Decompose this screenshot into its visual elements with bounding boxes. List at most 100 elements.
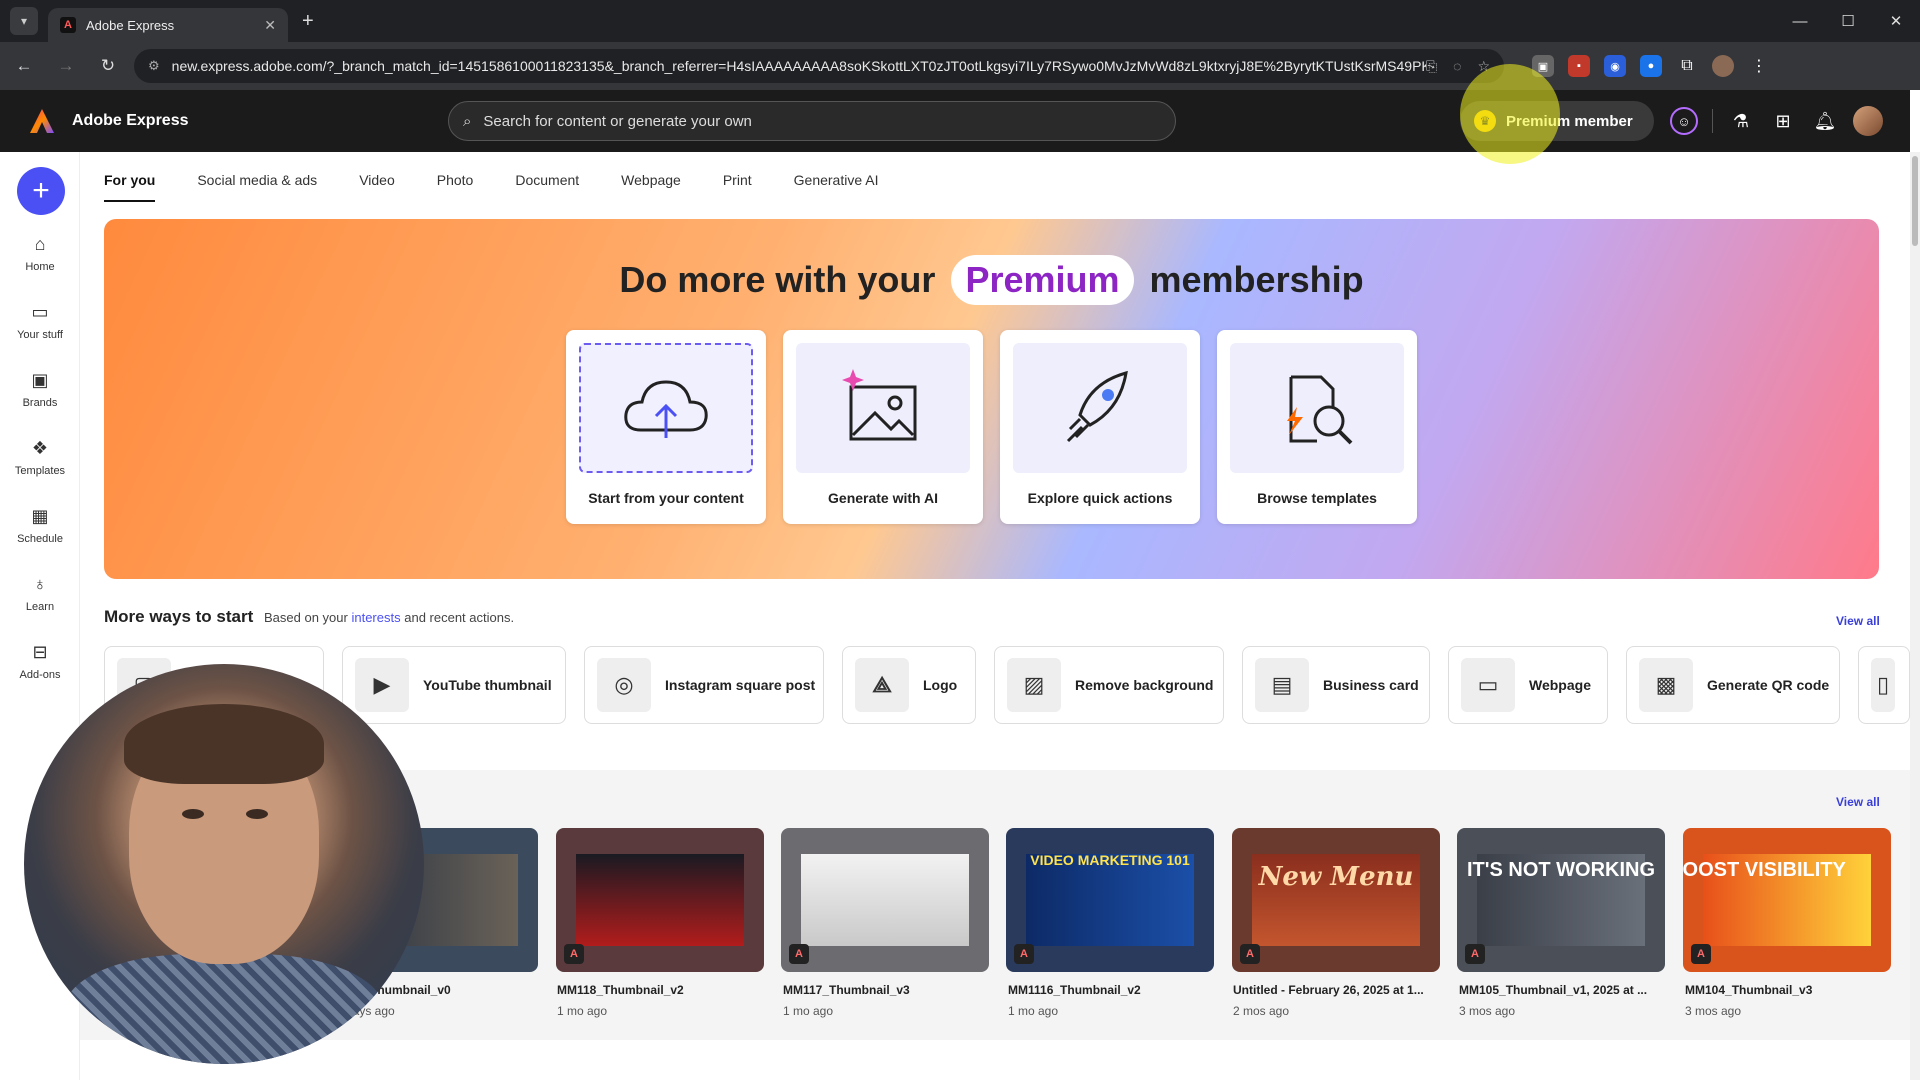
adobe-badge-icon: A xyxy=(1014,944,1034,964)
thumbnail-title: BOOST VISIBILITY xyxy=(1683,859,1846,881)
tab-search-dropdown-icon[interactable]: ▾ xyxy=(10,7,38,35)
rail-item-your-stuff[interactable]: ▭ Your stuff xyxy=(0,302,80,341)
rail-label: Schedule xyxy=(17,533,63,545)
search-placeholder: Search for content or generate your own xyxy=(483,112,752,130)
tab-video[interactable]: Video xyxy=(359,172,395,202)
forward-icon[interactable]: → xyxy=(48,48,84,84)
remove-background-button[interactable]: ▨ Remove background xyxy=(994,646,1224,724)
maximize-icon[interactable]: ☐ xyxy=(1824,0,1872,42)
webpage-icon: ▭ xyxy=(1461,658,1515,712)
tab-social-media[interactable]: Social media & ads xyxy=(197,172,317,202)
tab-generative-ai[interactable]: Generative AI xyxy=(794,172,879,202)
browser-tab[interactable]: A Adobe Express ✕ xyxy=(48,8,288,42)
rail-item-learn[interactable]: ♁ Learn xyxy=(0,574,80,613)
recent-design-thumbnail[interactable]: A xyxy=(556,828,764,972)
view-all-recent-link[interactable]: View all xyxy=(1836,795,1880,809)
rail-item-templates[interactable]: ❖ Templates xyxy=(0,438,80,477)
youtube-thumbnail-button[interactable]: ▶ YouTube thumbnail xyxy=(342,646,566,724)
quick-action-label: Business card xyxy=(1323,677,1419,693)
page-scrollbar[interactable] xyxy=(1910,152,1920,1080)
window-controls: — ☐ ✕ xyxy=(1776,0,1920,42)
site-info-icon[interactable]: ⚙ xyxy=(148,58,160,74)
scrollbar-thumb[interactable] xyxy=(1912,156,1918,246)
design-name: MM104_Thumbnail_v3 xyxy=(1685,983,1813,997)
instagram-square-post-button[interactable]: ◎ Instagram square post xyxy=(584,646,824,724)
design-name: MM1116_Thumbnail_v2 xyxy=(1008,983,1141,997)
invite-people-icon[interactable]: ☺ xyxy=(1670,107,1698,135)
profile-icon[interactable] xyxy=(1712,55,1734,77)
recent-design-thumbnail[interactable]: IT'S NOT WORKING A xyxy=(1457,828,1665,972)
design-name: Untitled - February 26, 2025 at 1... xyxy=(1233,983,1424,997)
presenter-hair xyxy=(124,704,324,784)
avatar[interactable] xyxy=(1853,106,1883,136)
brand-name[interactable]: Adobe Express xyxy=(72,112,188,130)
rail-item-home[interactable]: ⌂ Home xyxy=(0,234,80,273)
reload-icon[interactable]: ↻ xyxy=(90,48,126,84)
generate-qr-code-button[interactable]: ▩ Generate QR code xyxy=(1626,646,1840,724)
more-menu-icon[interactable]: ⋮ xyxy=(1748,55,1770,77)
adobe-express-logo-icon[interactable] xyxy=(28,107,56,135)
tab-print[interactable]: Print xyxy=(723,172,752,202)
thumbnail-title: IT'S NOT WORKING xyxy=(1466,859,1656,881)
adobe-express-favicon-icon: A xyxy=(60,17,76,33)
cloud-upload-icon xyxy=(579,343,753,473)
business-card-button[interactable]: ▤ Business card xyxy=(1242,646,1430,724)
category-tabs: For you Social media & ads Video Photo D… xyxy=(104,172,920,202)
home-icon: ⌂ xyxy=(34,234,46,254)
back-icon[interactable]: ← xyxy=(6,48,42,84)
recent-design-thumbnail[interactable]: A xyxy=(781,828,989,972)
calendar-icon: ▦ xyxy=(31,506,49,526)
business-card-icon: ▤ xyxy=(1255,658,1309,712)
explore-quick-actions-card[interactable]: Explore quick actions xyxy=(1000,330,1200,524)
browse-templates-card[interactable]: Browse templates xyxy=(1217,330,1417,524)
create-new-button[interactable]: + xyxy=(17,167,65,215)
search-input[interactable]: ⌕ Search for content or generate your ow… xyxy=(448,101,1176,141)
new-tab-icon[interactable]: + xyxy=(302,10,314,33)
extension-icon[interactable]: ▪ xyxy=(1568,55,1590,77)
tab-photo[interactable]: Photo xyxy=(437,172,474,202)
presenter-eye xyxy=(246,809,268,819)
puzzle-icon[interactable]: ⧉ xyxy=(1676,55,1698,77)
url-text: new.express.adobe.com/?_branch_match_id=… xyxy=(171,58,1426,74)
tab-webpage[interactable]: Webpage xyxy=(621,172,681,202)
tab-close-icon[interactable]: ✕ xyxy=(264,17,276,34)
extension-icon[interactable]: ● xyxy=(1640,55,1662,77)
recent-design-thumbnail[interactable]: VIDEO MARKETING 101 A xyxy=(1006,828,1214,972)
notifications-bell-icon[interactable]: 🔔︎ xyxy=(1811,101,1839,141)
tab-document[interactable]: Document xyxy=(515,172,579,202)
template-search-icon xyxy=(1230,343,1404,473)
recent-design-thumbnail[interactable]: New Menu A xyxy=(1232,828,1440,972)
rail-label: Add-ons xyxy=(19,669,61,681)
rail-item-schedule[interactable]: ▦ Schedule xyxy=(0,506,80,545)
apps-grid-icon[interactable]: ⊞ xyxy=(1769,101,1797,141)
adobe-badge-icon: A xyxy=(564,944,584,964)
close-window-icon[interactable]: ✕ xyxy=(1872,0,1920,42)
url-input[interactable]: ⚙ new.express.adobe.com/?_branch_match_i… xyxy=(134,49,1504,83)
generate-with-ai-card[interactable]: Generate with AI xyxy=(783,330,983,524)
tracking-icon[interactable]: ◌ xyxy=(1453,58,1461,75)
presenter-eye xyxy=(182,809,204,819)
quick-action-partial[interactable]: ▯ xyxy=(1858,646,1910,724)
start-from-content-card[interactable]: Start from your content xyxy=(566,330,766,524)
interests-link[interactable]: interests xyxy=(351,610,400,625)
design-date: 3 mos ago xyxy=(1685,1004,1742,1018)
install-app-icon[interactable]: ⎘ xyxy=(1426,58,1437,75)
adobe-badge-icon: A xyxy=(1465,944,1485,964)
rail-item-brands[interactable]: ▣ Brands xyxy=(0,370,80,409)
recent-design-thumbnail[interactable]: BOOST VISIBILITY A xyxy=(1683,828,1891,972)
tab-for-you[interactable]: For you xyxy=(104,172,156,202)
hero-title-start: Do more with your xyxy=(619,259,936,300)
design-name: MM118_Thumbnail_v2 xyxy=(557,983,684,997)
design-date: 2 mos ago xyxy=(1233,1004,1290,1018)
minimize-icon[interactable]: — xyxy=(1776,0,1824,42)
logo-button[interactable]: ⟁ Logo xyxy=(842,646,976,724)
view-all-link[interactable]: View all xyxy=(1836,614,1880,628)
rail-item-add-ons[interactable]: ⊟ Add-ons xyxy=(0,642,80,681)
webpage-button[interactable]: ▭ Webpage xyxy=(1448,646,1608,724)
extension-icon[interactable]: ◉ xyxy=(1604,55,1626,77)
presenter-shirt xyxy=(64,954,384,1064)
labs-flask-icon[interactable]: ⚗ xyxy=(1727,101,1755,141)
subtitle-text: Based on your xyxy=(264,610,348,625)
divider xyxy=(1712,109,1713,133)
quick-action-label: Webpage xyxy=(1529,677,1591,693)
